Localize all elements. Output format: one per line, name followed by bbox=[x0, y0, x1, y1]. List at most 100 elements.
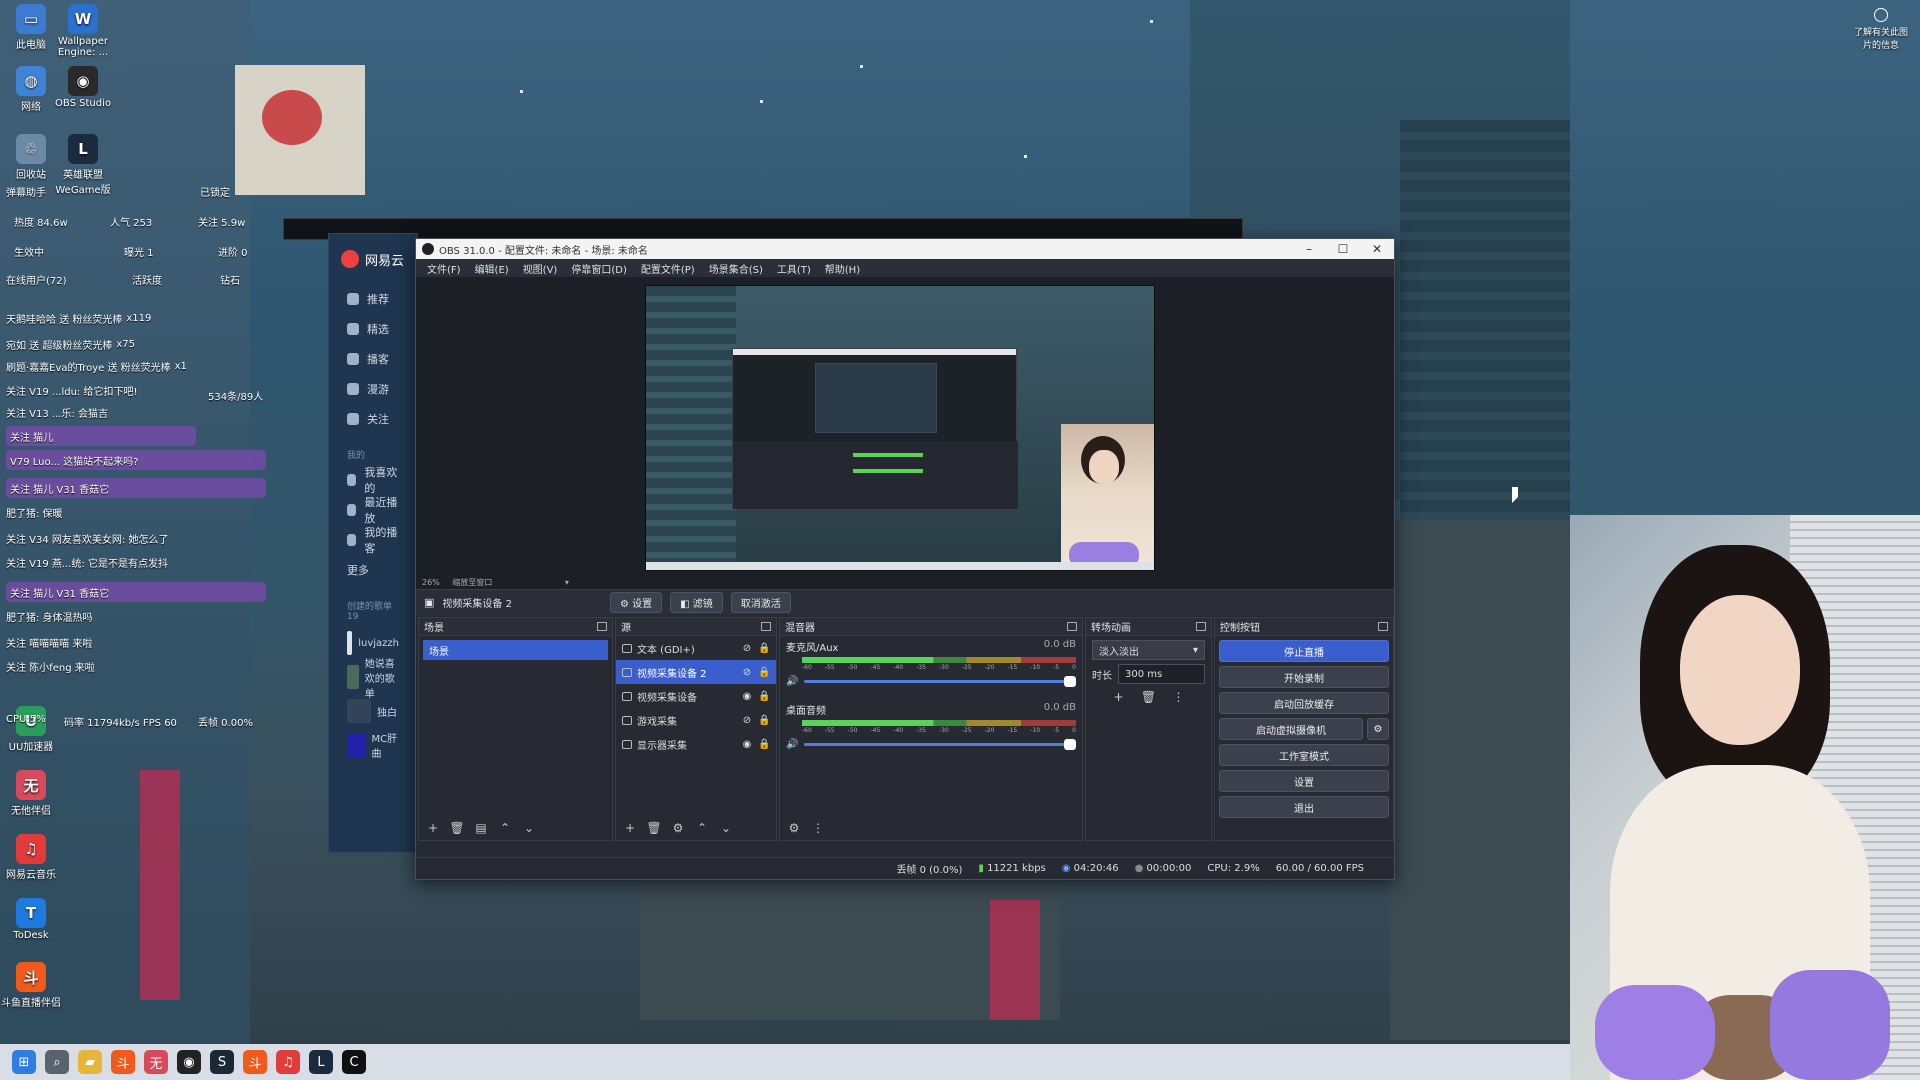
source-settings-button[interactable]: ⚙ 设置 bbox=[609, 592, 663, 613]
netease-nav-follow[interactable]: 关注 bbox=[329, 404, 417, 434]
netease-nav-podcast[interactable]: 播客 bbox=[329, 344, 417, 374]
float-dock-icon[interactable] bbox=[1378, 622, 1388, 631]
douyu-icon[interactable]: 斗 bbox=[111, 1050, 135, 1074]
start-icon[interactable]: ⊞ bbox=[12, 1050, 36, 1074]
add-transition-icon[interactable]: + bbox=[1109, 688, 1129, 706]
volume-slider[interactable] bbox=[804, 739, 1076, 750]
studio-mode-button[interactable]: 工作室模式 bbox=[1219, 744, 1389, 766]
close-icon[interactable]: ✕ bbox=[1360, 242, 1394, 256]
menu-view[interactable]: 视图(V) bbox=[516, 261, 565, 276]
stop-stream-button[interactable]: 停止直播 bbox=[1219, 640, 1389, 662]
source-item[interactable]: 视频采集设备 ◉ 🔒 bbox=[616, 684, 776, 708]
eye-icon[interactable]: ◉ bbox=[741, 739, 753, 750]
more-icon[interactable]: ⋮ bbox=[1169, 688, 1189, 706]
float-dock-icon[interactable] bbox=[597, 622, 607, 631]
scale-mode[interactable]: 缩放至窗口 bbox=[452, 578, 492, 587]
volume-slider-handle[interactable] bbox=[1064, 739, 1076, 750]
desktop-icon-todesk[interactable]: T ToDesk bbox=[0, 898, 62, 941]
virtual-camera-button[interactable]: 启动虚拟摄像机 bbox=[1219, 718, 1363, 740]
obs-icon[interactable]: ◉ bbox=[177, 1050, 201, 1074]
add-source-icon[interactable]: + bbox=[620, 819, 640, 837]
deactivate-button[interactable]: 取消激活 bbox=[730, 592, 791, 613]
netease-my-liked[interactable]: 我喜欢的 bbox=[329, 465, 417, 495]
menu-tools[interactable]: 工具(T) bbox=[770, 261, 818, 276]
remove-source-icon[interactable]: 🗑 bbox=[644, 819, 664, 837]
exit-button[interactable]: 退出 bbox=[1219, 796, 1389, 818]
menu-profile[interactable]: 配置文件(P) bbox=[634, 261, 702, 276]
more-icon[interactable]: ⋮ bbox=[808, 819, 828, 837]
remove-scene-icon[interactable]: 🗑 bbox=[447, 819, 467, 837]
speaker-icon[interactable]: 🔊 bbox=[786, 739, 798, 750]
netease-nav-featured[interactable]: 精选 bbox=[329, 314, 417, 344]
source-item[interactable]: 文本 (GDI+) ⊘ 🔒 bbox=[616, 636, 776, 660]
netease-my-recent[interactable]: 最近播放 bbox=[329, 495, 417, 525]
lol-icon[interactable]: L bbox=[309, 1050, 333, 1074]
move-up-icon[interactable]: ⌃ bbox=[692, 819, 712, 837]
menu-scene-collection[interactable]: 场景集合(S) bbox=[702, 261, 770, 276]
float-dock-icon[interactable] bbox=[1067, 622, 1077, 631]
search-icon[interactable]: ⌕ bbox=[45, 1050, 69, 1074]
eye-hidden-icon[interactable]: ⊘ bbox=[741, 667, 753, 678]
source-filters-button[interactable]: ◧ 滤镜 bbox=[670, 592, 723, 613]
remove-transition-icon[interactable]: 🗑 bbox=[1139, 688, 1159, 706]
netease-my-podcast[interactable]: 我的播客 bbox=[329, 525, 417, 555]
advanced-audio-icon[interactable]: ⚙ bbox=[784, 819, 804, 837]
lock-icon[interactable]: 🔒 bbox=[758, 739, 770, 750]
source-properties-icon[interactable]: ⚙ bbox=[668, 819, 688, 837]
source-item[interactable]: 游戏采集 ⊘ 🔒 bbox=[616, 708, 776, 732]
lock-icon[interactable]: 🔒 bbox=[758, 715, 770, 726]
desktop-icon-douyu[interactable]: 斗 斗鱼直播伴侣 bbox=[0, 962, 62, 1009]
volume-slider-handle[interactable] bbox=[1064, 676, 1076, 687]
lock-icon[interactable]: 🔒 bbox=[758, 667, 770, 678]
lock-icon[interactable]: 🔒 bbox=[758, 643, 770, 654]
move-up-icon[interactable]: ⌃ bbox=[495, 819, 515, 837]
add-scene-icon[interactable]: + bbox=[423, 819, 443, 837]
menu-file[interactable]: 文件(F) bbox=[420, 261, 468, 276]
minimize-icon[interactable]: – bbox=[1292, 242, 1326, 256]
duration-input[interactable]: 300 ms bbox=[1118, 664, 1205, 684]
scene-item[interactable]: 场景 bbox=[423, 640, 608, 660]
obs-titlebar[interactable]: OBS 31.0.0 - 配置文件: 未命名 - 场景: 未命名 – ☐ ✕ bbox=[416, 239, 1394, 259]
transition-select[interactable]: 淡入淡出 ▾ bbox=[1092, 640, 1205, 660]
desktop-icon-wuta[interactable]: 无 无他伴侣 bbox=[0, 770, 62, 817]
desktop-icon-netease[interactable]: ♫ 网易云音乐 bbox=[0, 834, 62, 881]
wallpaper-info-hint[interactable]: 了解有关此图片的信息 bbox=[1850, 8, 1912, 51]
folder-icon[interactable]: ▰ bbox=[78, 1050, 102, 1074]
douyu2-icon[interactable]: 斗 bbox=[243, 1050, 267, 1074]
settings-button[interactable]: 设置 bbox=[1219, 770, 1389, 792]
netease-music-window[interactable]: 网易云 推荐 精选 播客 漫游 关注 我的 我喜欢的 最近播放 我的播客 更多 … bbox=[328, 233, 418, 853]
eye-hidden-icon[interactable]: ⊘ bbox=[741, 643, 753, 654]
chevron-down-icon[interactable]: ▾ bbox=[565, 578, 569, 587]
scene-filters-icon[interactable]: ▤ bbox=[471, 819, 491, 837]
netease-icon[interactable]: ♫ bbox=[276, 1050, 300, 1074]
program-preview[interactable] bbox=[645, 285, 1155, 571]
menu-help[interactable]: 帮助(H) bbox=[818, 261, 867, 276]
lock-icon[interactable]: 🔒 bbox=[758, 691, 770, 702]
speaker-icon[interactable]: 🔊 bbox=[786, 676, 798, 687]
source-item[interactable]: 显示器采集 ◉ 🔒 bbox=[616, 732, 776, 756]
menu-edit[interactable]: 编辑(E) bbox=[468, 261, 516, 276]
menu-docks[interactable]: 停靠窗口(D) bbox=[564, 261, 634, 276]
move-down-icon[interactable]: ⌄ bbox=[519, 819, 539, 837]
replay-buffer-button[interactable]: 启动回放缓存 bbox=[1219, 692, 1389, 714]
netease-nav-recommend[interactable]: 推荐 bbox=[329, 284, 417, 314]
eye-icon[interactable]: ◉ bbox=[741, 691, 753, 702]
desktop-icon-wallpaper-engine[interactable]: W Wallpaper Engine: ... bbox=[52, 4, 114, 58]
maximize-icon[interactable]: ☐ bbox=[1326, 242, 1360, 256]
netease-nav-roam[interactable]: 漫游 bbox=[329, 374, 417, 404]
start-record-button[interactable]: 开始录制 bbox=[1219, 666, 1389, 688]
netease-playlist[interactable]: MC肝曲 bbox=[329, 728, 417, 762]
eye-hidden-icon[interactable]: ⊘ bbox=[741, 715, 753, 726]
volume-slider[interactable] bbox=[804, 676, 1076, 687]
netease-playlist[interactable]: 她说喜欢的歌单 bbox=[329, 659, 417, 700]
steam-icon[interactable]: S bbox=[210, 1050, 234, 1074]
obs-window[interactable]: OBS 31.0.0 - 配置文件: 未命名 - 场景: 未命名 – ☐ ✕ 文… bbox=[415, 238, 1395, 880]
chat-locked[interactable]: 已锁定 bbox=[200, 184, 230, 199]
preview-area[interactable] bbox=[416, 277, 1394, 577]
virtual-camera-settings-icon[interactable]: ⚙ bbox=[1367, 718, 1389, 740]
app-icon[interactable]: C bbox=[342, 1050, 366, 1074]
netease-more[interactable]: 更多 bbox=[329, 555, 417, 585]
float-dock-icon[interactable] bbox=[1196, 622, 1206, 631]
move-down-icon[interactable]: ⌄ bbox=[716, 819, 736, 837]
float-dock-icon[interactable] bbox=[761, 622, 771, 631]
